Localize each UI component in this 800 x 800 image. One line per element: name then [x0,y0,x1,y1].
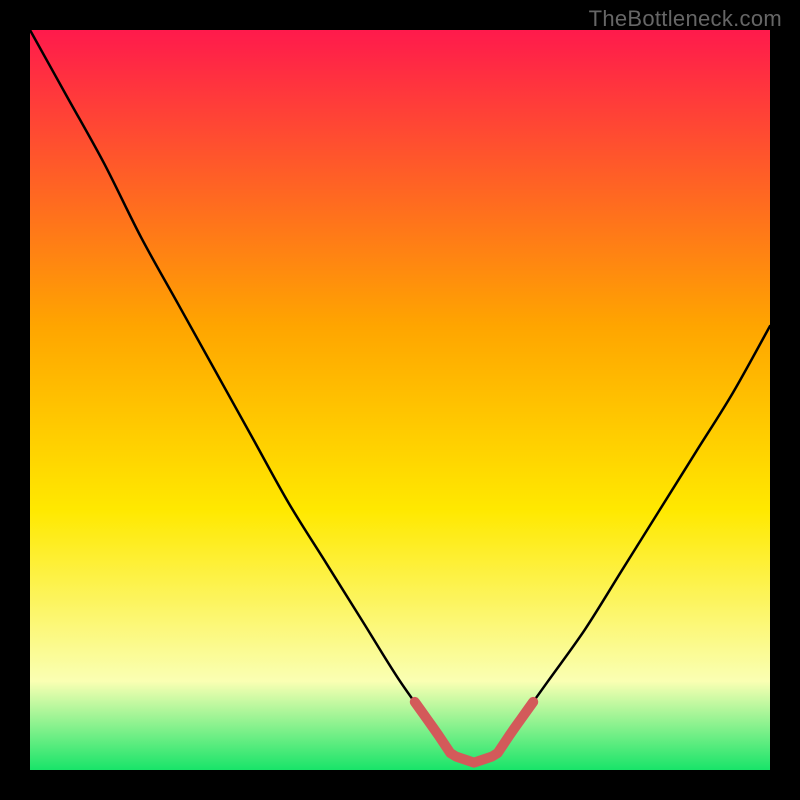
chart-frame: TheBottleneck.com [0,0,800,800]
watermark-text: TheBottleneck.com [589,6,782,32]
gradient-background [30,30,770,770]
plot-area [30,30,770,770]
bottleneck-chart [30,30,770,770]
